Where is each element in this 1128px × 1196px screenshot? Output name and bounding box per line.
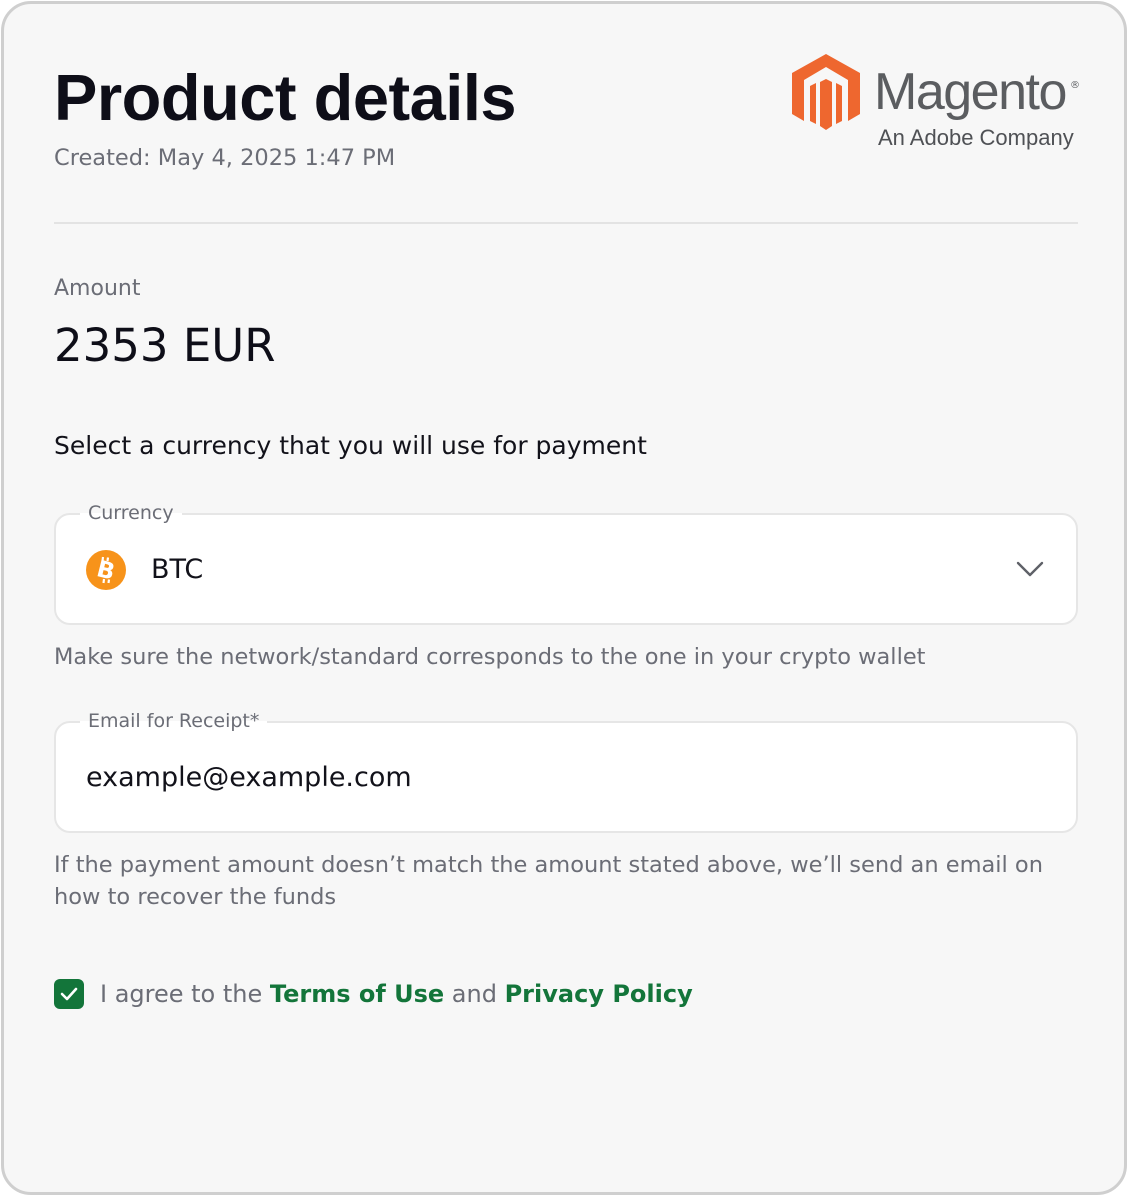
recovery-helper-text: If the payment amount doesn’t match the … bbox=[54, 852, 1043, 910]
email-field-label: Email for Receipt* bbox=[80, 708, 268, 734]
page-title: Product details bbox=[54, 61, 517, 134]
magento-logo-icon bbox=[792, 54, 860, 130]
amount-label: Amount bbox=[54, 276, 141, 301]
product-details-card: Product details Created: May 4, 2025 1:4… bbox=[1, 1, 1127, 1195]
agreement-text: I agree to the Terms of Use and Privacy … bbox=[100, 977, 693, 1011]
registered-mark: ® bbox=[1070, 80, 1080, 91]
privacy-policy-link[interactable]: Privacy Policy bbox=[505, 980, 693, 1008]
agreement-prefix: I agree to the bbox=[100, 980, 270, 1008]
brand-logo: Magento ® An Adobe Company bbox=[790, 52, 1082, 156]
check-icon bbox=[60, 987, 78, 1001]
brand-wordmark: Magento bbox=[874, 63, 1067, 121]
network-helper-text: Make sure the network/standard correspon… bbox=[54, 644, 926, 670]
agree-checkbox[interactable] bbox=[54, 979, 84, 1009]
bitcoin-icon: B bbox=[86, 550, 126, 590]
currency-select[interactable]: Currency B BTC bbox=[54, 500, 1078, 625]
agreement-row: I agree to the Terms of Use and Privacy … bbox=[54, 977, 693, 1011]
amount-value: 2353 EUR bbox=[54, 319, 276, 372]
email-input[interactable] bbox=[86, 761, 986, 795]
agreement-conjunction: and bbox=[444, 980, 505, 1008]
created-timestamp: Created: May 4, 2025 1:47 PM bbox=[54, 145, 396, 171]
header-divider bbox=[54, 222, 1078, 224]
chevron-down-icon[interactable] bbox=[1016, 560, 1044, 578]
email-field[interactable]: Email for Receipt* bbox=[54, 708, 1078, 833]
terms-of-use-link[interactable]: Terms of Use bbox=[270, 980, 444, 1008]
selected-currency: BTC bbox=[151, 554, 204, 585]
currency-prompt: Select a currency that you will use for … bbox=[54, 431, 647, 460]
brand-tagline: An Adobe Company bbox=[878, 125, 1074, 150]
currency-field-label: Currency bbox=[80, 500, 182, 526]
